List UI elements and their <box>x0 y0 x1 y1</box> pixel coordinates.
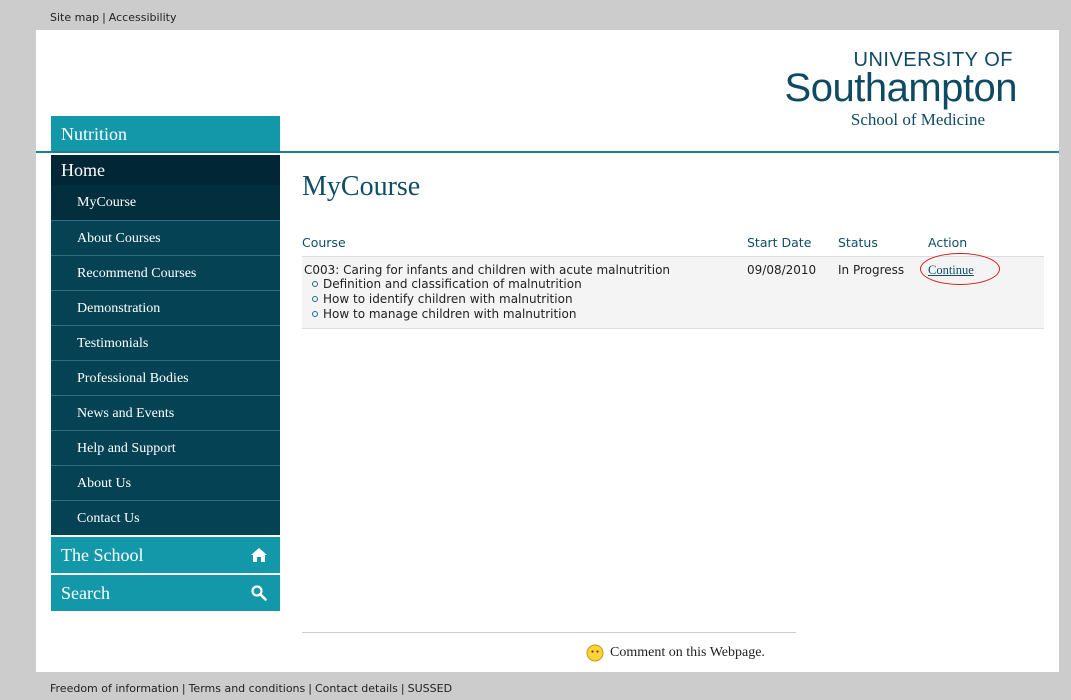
courses-table: Course Start Date Status Action C003: Ca… <box>302 235 1044 329</box>
footer-links: Freedom of information | Terms and conditi… <box>50 682 452 695</box>
separator: | <box>181 682 186 695</box>
home-icon <box>251 548 267 562</box>
comment-on-webpage[interactable]: Comment on this Webpage. <box>586 644 765 662</box>
sidebar-item-search[interactable]: Search <box>51 573 280 611</box>
sidebar-nav: Home MyCourse About Courses Recommend Co… <box>51 155 280 611</box>
table-row: C003: Caring for infants and children wi… <box>302 253 1044 329</box>
action-cell: Continue <box>920 253 1044 329</box>
sidebar-item-help-and-support[interactable]: Help and Support <box>51 430 280 465</box>
sidebar-item-testimonials[interactable]: Testimonials <box>51 325 280 360</box>
freedom-of-information-link[interactable]: Freedom of information <box>50 682 179 695</box>
contact-details-link[interactable]: Contact details <box>315 682 398 695</box>
list-item: How to identify children with malnutriti… <box>312 292 747 307</box>
header-divider <box>36 151 1059 153</box>
logo-university-of: UNIVERSITY OF <box>853 49 1013 71</box>
table-header-row: Course Start Date Status Action <box>302 235 1044 257</box>
sidebar-item-about-us[interactable]: About Us <box>51 465 280 500</box>
page-title: MyCourse <box>302 171 421 202</box>
footer-divider <box>302 632 796 633</box>
separator: | <box>308 682 312 695</box>
sidebar-item-the-school[interactable]: The School <box>51 535 280 573</box>
sidebar-item-news-and-events[interactable]: News and Events <box>51 395 280 430</box>
sussed-link[interactable]: SUSSED <box>408 682 452 695</box>
top-utility-links: Site map | Accessibility <box>50 11 176 24</box>
sidebar-item-about-courses[interactable]: About Courses <box>51 220 280 255</box>
status-cell: In Progress <box>838 263 905 277</box>
search-label: Search <box>61 583 110 603</box>
start-date-cell: 09/08/2010 <box>747 263 817 277</box>
sidebar-item-recommend-courses[interactable]: Recommend Courses <box>51 255 280 290</box>
sidebar-item-contact-us[interactable]: Contact Us <box>51 500 280 535</box>
sidebar-item-professional-bodies[interactable]: Professional Bodies <box>51 360 280 395</box>
column-header-course: Course <box>302 235 346 250</box>
list-item: Definition and classification of malnutr… <box>312 277 747 292</box>
logo-school-of-medicine: School of Medicine <box>850 110 985 129</box>
the-school-label: The School <box>61 545 144 565</box>
accessibility-link[interactable]: Accessibility <box>109 11 177 24</box>
sidebar-item-demonstration[interactable]: Demonstration <box>51 290 280 325</box>
column-header-status: Status <box>838 235 878 250</box>
column-header-start-date: Start Date <box>747 235 812 250</box>
smiley-icon <box>586 644 604 662</box>
university-logo[interactable]: UNIVERSITY OF Southampton School of Medi… <box>784 49 1018 130</box>
page-container: UNIVERSITY OF Southampton School of Medi… <box>36 30 1059 672</box>
separator: | <box>400 682 405 695</box>
sidebar-item-mycourse[interactable]: MyCourse <box>51 185 280 220</box>
course-cell: C003: Caring for infants and children wi… <box>302 257 747 329</box>
continue-link[interactable]: Continue <box>920 253 1000 285</box>
list-item: How to manage children with malnutrition <box>312 307 747 322</box>
site-section-tab[interactable]: Nutrition <box>51 116 280 152</box>
terms-and-conditions-link[interactable]: Terms and conditions <box>189 682 306 695</box>
site-map-link[interactable]: Site map <box>50 11 99 24</box>
course-title: C003: Caring for infants and children wi… <box>304 263 671 277</box>
logo-southampton: Southampton <box>784 66 1018 110</box>
comment-label: Comment on this Webpage. <box>610 645 765 661</box>
separator: | <box>102 11 106 24</box>
sidebar-item-home[interactable]: Home <box>51 155 280 185</box>
search-icon <box>251 585 267 601</box>
course-topic-list: Definition and classification of malnutr… <box>304 277 747 322</box>
highlight-circle <box>920 253 1000 285</box>
